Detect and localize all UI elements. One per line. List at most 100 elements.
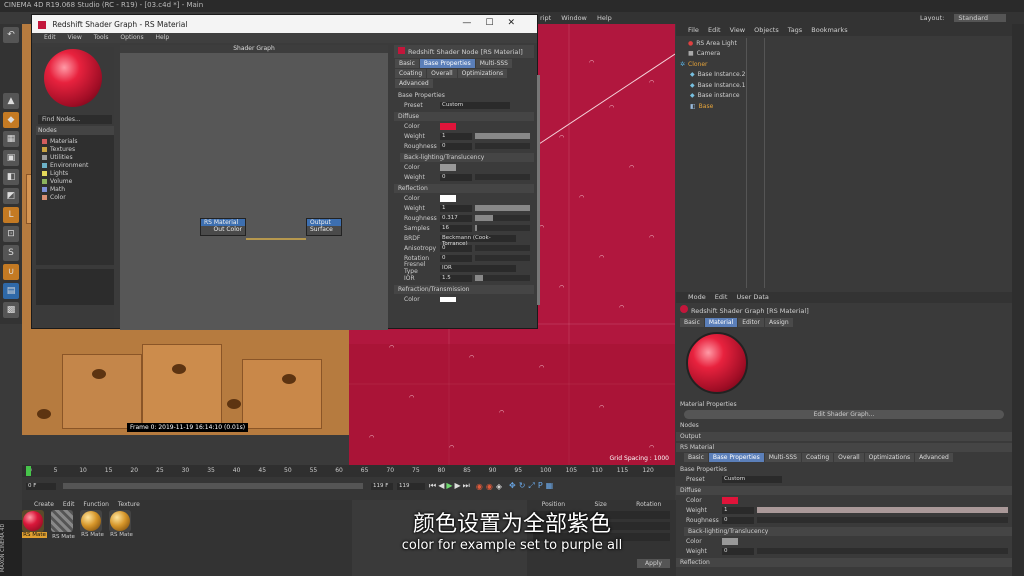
polygons-mode-icon[interactable]: ◩ (3, 188, 19, 204)
ior-field[interactable]: 1.5 (440, 274, 472, 282)
preview-range-slider[interactable] (63, 483, 363, 489)
attr2-tab-base-properties[interactable]: Base Properties (708, 453, 764, 462)
right-side-tabs[interactable] (1012, 24, 1024, 576)
object-row[interactable]: ■ Camera (676, 49, 1012, 60)
attr-menu-userdata[interactable]: User Data (736, 293, 768, 301)
bl-color-swatch[interactable] (440, 163, 456, 171)
node-category[interactable]: Materials (36, 137, 114, 145)
attr-preset-select[interactable]: Custom (722, 475, 782, 483)
axis-icon[interactable]: L (3, 207, 19, 223)
grid-icon[interactable]: ▩ (3, 302, 19, 318)
tab-base-properties[interactable]: Base Properties (419, 59, 475, 68)
apply-button[interactable]: Apply (637, 559, 670, 568)
scale-key-icon[interactable]: ⤢ (528, 481, 537, 490)
attr2-tab-coating[interactable]: Coating (802, 453, 834, 462)
frame-field[interactable]: 119 (397, 482, 425, 490)
attr2-tab-advanced[interactable]: Advanced (915, 453, 953, 462)
maximize-icon[interactable]: ☐ (485, 18, 507, 28)
node-category[interactable]: Volume (36, 177, 114, 185)
object-row[interactable]: ◆ Base Instance.1 (676, 80, 1012, 91)
end-frame-field[interactable]: 119 F (371, 482, 393, 490)
object-row[interactable]: ✲ Cloner (676, 59, 1012, 70)
ior-slider[interactable] (475, 275, 530, 281)
start-frame-field[interactable]: 0 F (26, 482, 56, 490)
om-menu-bookmarks[interactable]: Bookmarks (811, 26, 847, 34)
shader-menu-view[interactable]: View (68, 34, 82, 41)
rs-material-node[interactable]: RS Material Out Color (200, 218, 246, 236)
points-mode-icon[interactable]: ▣ (3, 150, 19, 166)
model-mode-icon[interactable]: ◆ (3, 112, 19, 128)
bl-weight-field[interactable]: 0 (440, 173, 472, 181)
om-menu-view[interactable]: View (730, 26, 745, 34)
node-category[interactable]: Environment (36, 161, 114, 169)
go-start-icon[interactable]: ⏮ (429, 481, 438, 490)
attr2-tab-optimizations[interactable]: Optimizations (864, 453, 915, 462)
diffuse-roughness-field[interactable]: 0 (440, 142, 472, 150)
attr2-tab-multi-sss[interactable]: Multi-SSS (764, 453, 801, 462)
node-category[interactable]: Math (36, 185, 114, 193)
attr-tab-editor[interactable]: Editor (738, 318, 765, 327)
playhead[interactable] (26, 466, 31, 476)
close-icon[interactable]: ✕ (507, 18, 529, 28)
go-end-icon[interactable]: ⏭ (463, 481, 472, 490)
record-icon[interactable]: ◉ (476, 482, 486, 491)
out-color-port[interactable]: Out Color (201, 226, 245, 233)
om-menu-edit[interactable]: Edit (708, 26, 721, 34)
rotation-slider[interactable] (475, 255, 530, 261)
object-row[interactable]: ◧ Base (676, 101, 1012, 112)
output-node[interactable]: Output Surface (306, 218, 342, 236)
attr-tab-assign[interactable]: Assign (765, 318, 793, 327)
attr2-tab-basic[interactable]: Basic (684, 453, 708, 462)
anisotropy-slider[interactable] (475, 245, 530, 251)
output-section[interactable]: Output (676, 432, 1012, 441)
shader-menu-edit[interactable]: Edit (44, 34, 56, 41)
node-category[interactable]: Textures (36, 145, 114, 153)
attr-color-swatch[interactable] (722, 496, 738, 504)
om-menu-tags[interactable]: Tags (788, 26, 802, 34)
minimize-icon[interactable]: — (462, 18, 485, 28)
menu-script[interactable]: ript (540, 14, 551, 22)
preset-select[interactable]: Custom (440, 101, 510, 109)
object-row[interactable]: ◆ Base instance (676, 91, 1012, 102)
om-menu-objects[interactable]: Objects (754, 26, 779, 34)
pla-key-icon[interactable]: ▦ (546, 481, 557, 490)
autokey-icon[interactable]: ◉ (486, 482, 496, 491)
node-category[interactable]: Lights (36, 169, 114, 177)
menu-window[interactable]: Window (561, 14, 587, 22)
shader-menu-tools[interactable]: Tools (94, 34, 109, 41)
samples-field[interactable]: 16 (440, 224, 472, 232)
object-row[interactable]: ◆ Base Instance.2 (676, 70, 1012, 81)
tab-advanced[interactable]: Advanced (395, 79, 433, 88)
keyframe-icon[interactable]: ◈ (496, 482, 505, 491)
brdf-select[interactable]: Beckmann (Cook-Torrance) (440, 234, 516, 247)
node-category[interactable]: Utilities (36, 153, 114, 161)
diffuse-color-swatch[interactable] (440, 122, 456, 130)
attr2-tab-overall[interactable]: Overall (834, 453, 864, 462)
diffuse-header[interactable]: Diffuse (394, 112, 534, 121)
bl-weight-slider[interactable] (475, 174, 530, 180)
make-editable-icon[interactable]: ▲ (3, 93, 19, 109)
refl-color-swatch[interactable] (440, 194, 456, 202)
shader-menu-help[interactable]: Help (156, 34, 170, 41)
attr-menu-edit[interactable]: Edit (715, 293, 728, 301)
rotate-key-icon[interactable]: ↻ (519, 481, 529, 490)
samples-slider[interactable] (475, 225, 530, 231)
attr-reflection-header[interactable]: Reflection (676, 558, 1012, 567)
undo-icon[interactable]: ↶ (3, 27, 19, 43)
rotation-field[interactable]: 0 (440, 254, 472, 262)
shader-graph-canvas[interactable]: Shader Graph RS Material Out Color Outpu… (120, 45, 388, 330)
object-row[interactable]: ● RS Area Light (676, 38, 1012, 49)
backlighting-header[interactable]: Back-lighting/Translucency (400, 153, 534, 162)
node-category[interactable]: Color (36, 193, 114, 201)
rs-material-section[interactable]: RS Material (676, 443, 1012, 452)
diffuse-roughness-slider[interactable] (475, 143, 530, 149)
play-icon[interactable]: ▶ (446, 481, 454, 490)
refraction-color-swatch[interactable] (440, 296, 456, 302)
om-menu-file[interactable]: File (688, 26, 699, 34)
fresnel-select[interactable]: IOR (440, 264, 516, 272)
tab-overall[interactable]: Overall (427, 69, 457, 78)
timeline-ruler[interactable]: 0510152025303540455055606570758085909510… (22, 465, 675, 477)
refl-weight-field[interactable]: 1 (440, 204, 472, 212)
refraction-header[interactable]: Refraction/Transmission (394, 285, 534, 294)
diffuse-weight-field[interactable]: 1 (440, 132, 472, 140)
